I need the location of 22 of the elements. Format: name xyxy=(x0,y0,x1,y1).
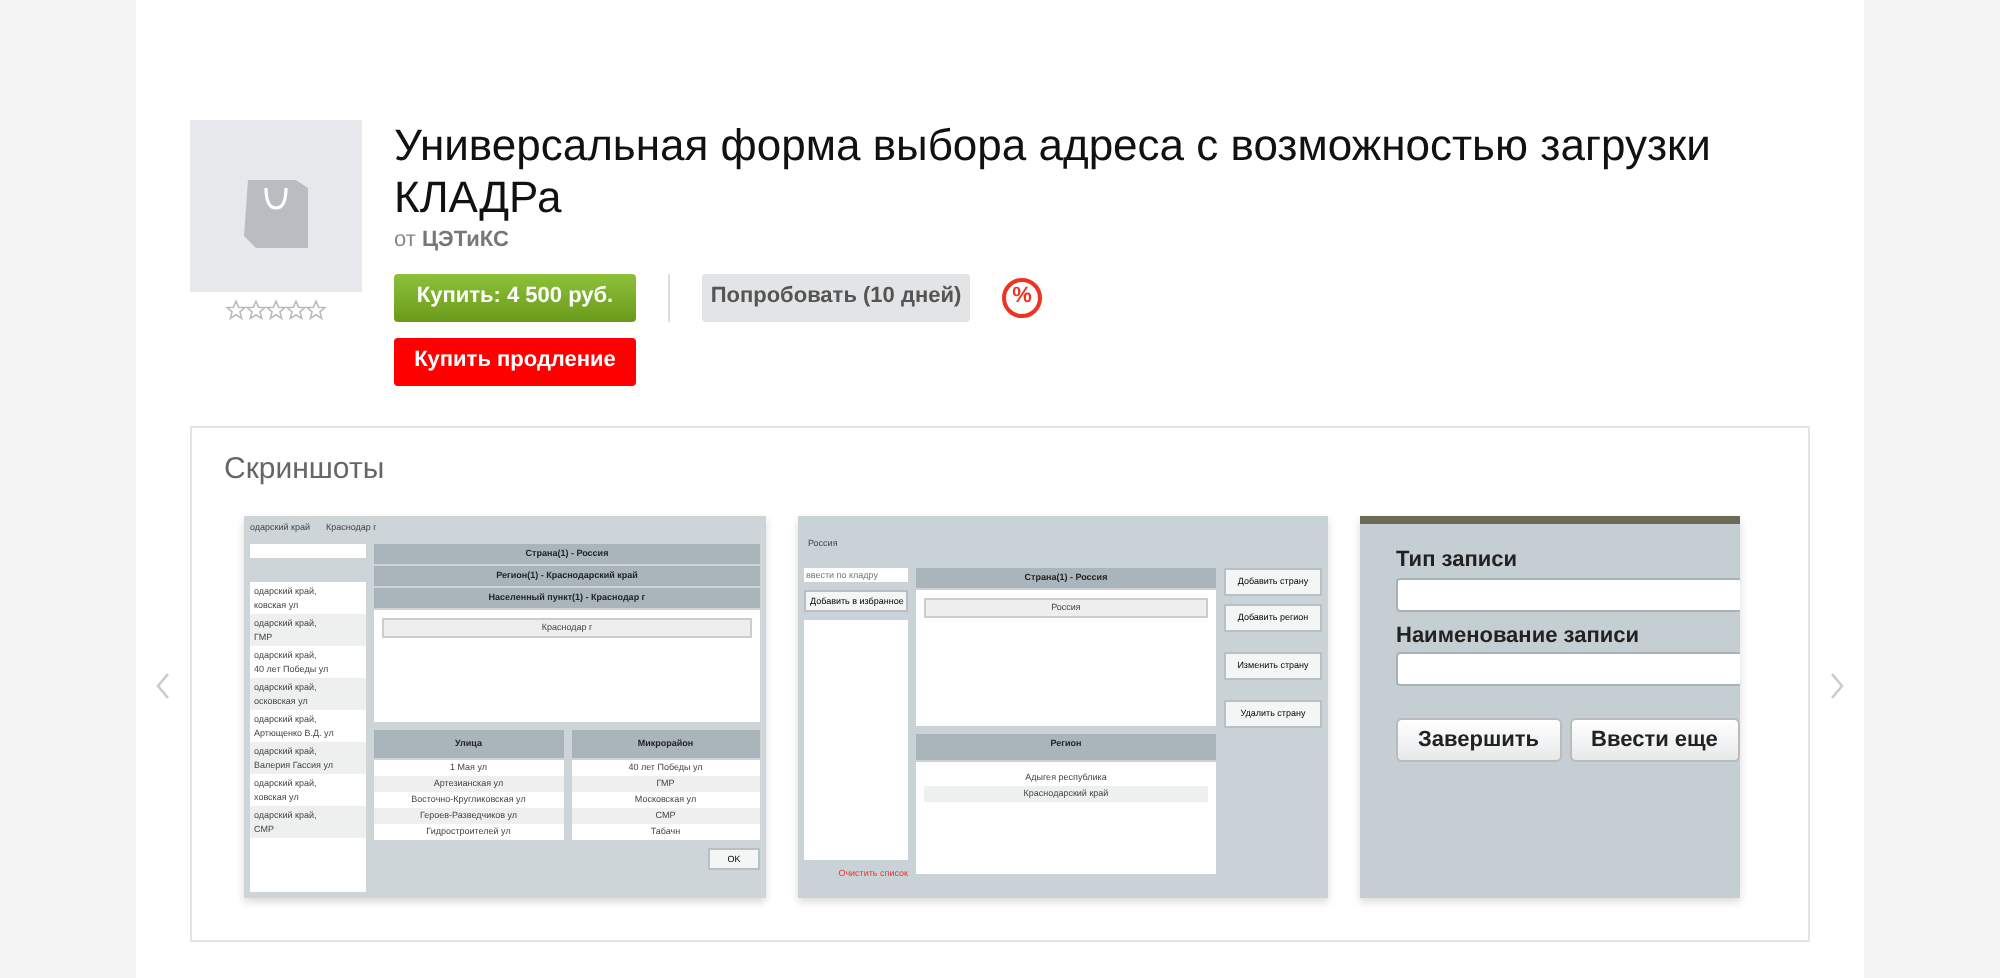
field-label: Наименование записи xyxy=(1396,621,1641,651)
search-field[interactable] xyxy=(250,543,366,558)
star-icon[interactable] xyxy=(286,300,306,320)
screenshot-thumbnail[interactable] xyxy=(244,516,766,898)
star-icon[interactable] xyxy=(246,300,266,320)
input-field[interactable] xyxy=(1396,577,1740,611)
previous-icon[interactable] xyxy=(156,671,170,699)
form-button[interactable]: Завершить xyxy=(1396,718,1562,762)
renew-button[interactable]: Купить продление xyxy=(394,337,636,385)
field-label: Тип записи xyxy=(1396,546,1519,576)
next-icon[interactable] xyxy=(1830,671,1844,699)
form-button[interactable]: Ввести еще xyxy=(1569,718,1740,762)
star-icon[interactable] xyxy=(226,300,246,320)
product-title: Универсальная форма выбора адреса с возможностью загрузки КЛАДРа xyxy=(394,120,1713,224)
star-icon[interactable] xyxy=(306,300,326,320)
section-title: Скриншоты xyxy=(224,449,387,489)
try-button[interactable]: Попробовать (10 дней) xyxy=(702,273,970,321)
discount-badge[interactable]: % xyxy=(1002,277,1042,317)
screenshot-thumbnail[interactable]: Тип записи Наименование записи Завершить Ввести еще xyxy=(1360,516,1740,898)
vendor-text: от ЦЭТиКС xyxy=(394,226,511,256)
input-field[interactable] xyxy=(1396,652,1740,686)
star-icon[interactable] xyxy=(266,300,286,320)
